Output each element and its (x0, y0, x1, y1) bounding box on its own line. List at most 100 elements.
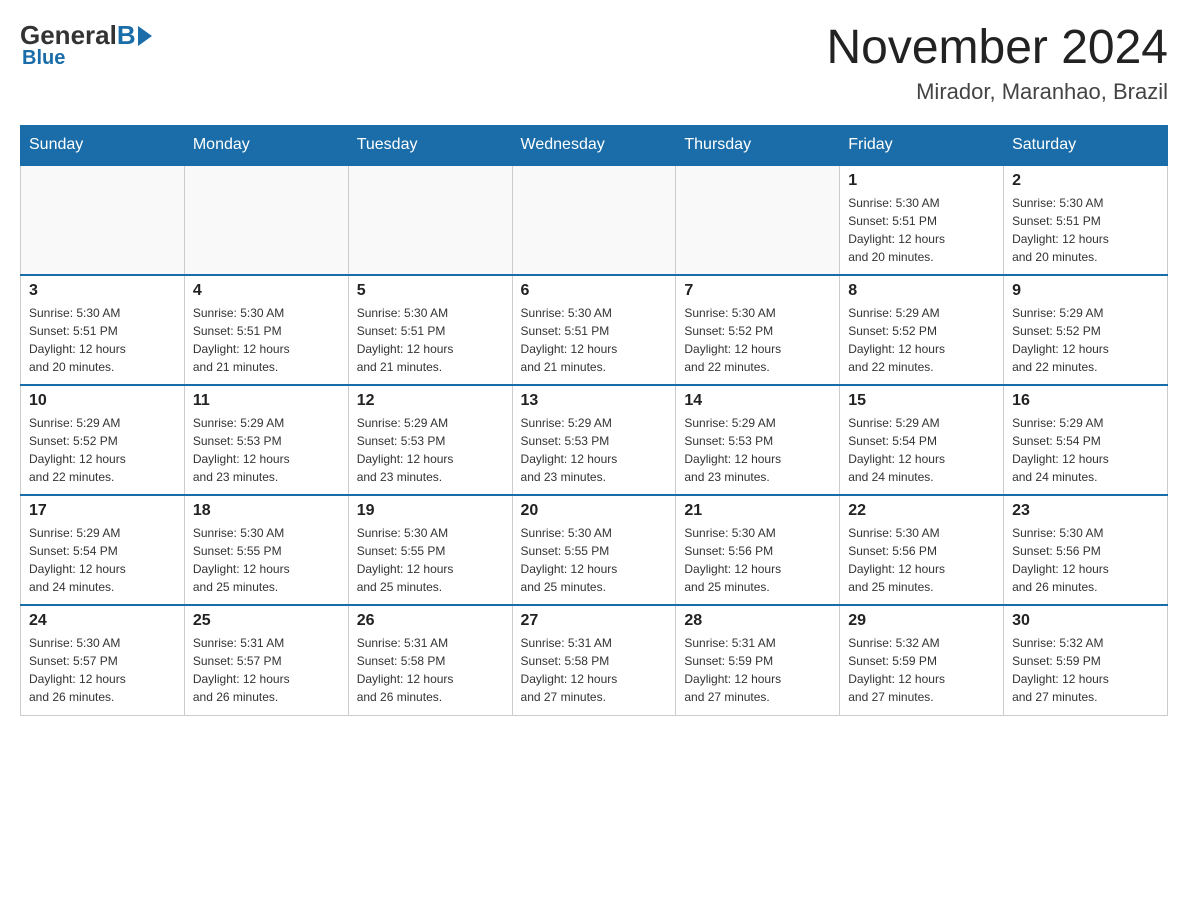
day-info: Sunrise: 5:29 AMSunset: 5:53 PMDaylight:… (357, 414, 504, 486)
calendar-cell-w1-d3 (348, 165, 512, 275)
calendar-header-row: Sunday Monday Tuesday Wednesday Thursday… (21, 126, 1168, 166)
calendar-cell-w3-d4: 13 Sunrise: 5:29 AMSunset: 5:53 PMDayligh… (512, 385, 676, 495)
calendar-cell-w4-d7: 23 Sunrise: 5:30 AMSunset: 5:56 PMDayligh… (1004, 495, 1168, 605)
day-number: 18 (193, 502, 340, 520)
page-header: General B Blue November 2024 Mirador, Ma… (20, 20, 1168, 105)
calendar-cell-w3-d5: 14 Sunrise: 5:29 AMSunset: 5:53 PMDayligh… (676, 385, 840, 495)
calendar-cell-w4-d2: 18 Sunrise: 5:30 AMSunset: 5:55 PMDayligh… (184, 495, 348, 605)
day-info: Sunrise: 5:30 AMSunset: 5:56 PMDaylight:… (848, 524, 995, 596)
calendar-cell-w2-d3: 5 Sunrise: 5:30 AMSunset: 5:51 PMDaylight… (348, 275, 512, 385)
calendar-cell-w2-d4: 6Sunrise: 5:30 AMSunset: 5:51 PMDaylight… (512, 275, 676, 385)
day-number: 25 (193, 612, 340, 630)
calendar-cell-w3-d7: 16 Sunrise: 5:29 AMSunset: 5:54 PMDayligh… (1004, 385, 1168, 495)
day-info: Sunrise: 5:29 AMSunset: 5:53 PMDaylight:… (521, 414, 668, 486)
day-number: 7 (684, 282, 831, 300)
calendar-cell-w5-d5: 28Sunrise: 5:31 AMSunset: 5:59 PMDayligh… (676, 605, 840, 715)
day-info: Sunrise: 5:29 AMSunset: 5:52 PMDaylight:… (29, 414, 176, 486)
day-info: Sunrise: 5:29 AMSunset: 5:52 PMDaylight:… (1012, 304, 1159, 376)
day-info: Sunrise: 5:30 AMSunset: 5:55 PMDaylight:… (357, 524, 504, 596)
calendar-cell-w4-d4: 20Sunrise: 5:30 AMSunset: 5:55 PMDayligh… (512, 495, 676, 605)
day-info: Sunrise: 5:30 AMSunset: 5:51 PMDaylight:… (357, 304, 504, 376)
calendar-cell-w1-d4 (512, 165, 676, 275)
day-info: Sunrise: 5:31 AMSunset: 5:58 PMDaylight:… (357, 634, 504, 706)
calendar-cell-w3-d3: 12Sunrise: 5:29 AMSunset: 5:53 PMDayligh… (348, 385, 512, 495)
day-info: Sunrise: 5:30 AMSunset: 5:51 PMDaylight:… (848, 194, 995, 266)
day-number: 10 (29, 392, 176, 410)
day-number: 19 (357, 502, 504, 520)
calendar-cell-w2-d2: 4Sunrise: 5:30 AMSunset: 5:51 PMDaylight… (184, 275, 348, 385)
day-number: 24 (29, 612, 176, 630)
day-number: 23 (1012, 502, 1159, 520)
day-number: 6 (521, 282, 668, 300)
day-number: 4 (193, 282, 340, 300)
location-title: Mirador, Maranhao, Brazil (826, 79, 1168, 105)
day-info: Sunrise: 5:30 AMSunset: 5:52 PMDaylight:… (684, 304, 831, 376)
day-number: 15 (848, 392, 995, 410)
week-row-3: 10 Sunrise: 5:29 AMSunset: 5:52 PMDayligh… (21, 385, 1168, 495)
day-info: Sunrise: 5:29 AMSunset: 5:53 PMDaylight:… (684, 414, 831, 486)
day-number: 20 (521, 502, 668, 520)
day-number: 11 (193, 392, 340, 410)
day-number: 26 (357, 612, 504, 630)
day-number: 14 (684, 392, 831, 410)
day-number: 30 (1012, 612, 1159, 630)
calendar-cell-w5-d3: 26 Sunrise: 5:31 AMSunset: 5:58 PMDayligh… (348, 605, 512, 715)
day-number: 28 (684, 612, 831, 630)
calendar-cell-w2-d5: 7 Sunrise: 5:30 AMSunset: 5:52 PMDaylight… (676, 275, 840, 385)
day-info: Sunrise: 5:30 AMSunset: 5:51 PMDaylight:… (29, 304, 176, 376)
week-row-4: 17Sunrise: 5:29 AMSunset: 5:54 PMDayligh… (21, 495, 1168, 605)
day-number: 17 (29, 502, 176, 520)
calendar-cell-w2-d1: 3 Sunrise: 5:30 AMSunset: 5:51 PMDaylight… (21, 275, 185, 385)
calendar-cell-w4-d5: 21 Sunrise: 5:30 AMSunset: 5:56 PMDayligh… (676, 495, 840, 605)
calendar-cell-w4-d1: 17Sunrise: 5:29 AMSunset: 5:54 PMDayligh… (21, 495, 185, 605)
calendar-cell-w5-d7: 30 Sunrise: 5:32 AMSunset: 5:59 PMDayligh… (1004, 605, 1168, 715)
calendar-cell-w4-d3: 19 Sunrise: 5:30 AMSunset: 5:55 PMDayligh… (348, 495, 512, 605)
calendar-cell-w5-d1: 24Sunrise: 5:30 AMSunset: 5:57 PMDayligh… (21, 605, 185, 715)
calendar-cell-w1-d7: 2 Sunrise: 5:30 AMSunset: 5:51 PMDaylight… (1004, 165, 1168, 275)
calendar-cell-w2-d7: 9 Sunrise: 5:29 AMSunset: 5:52 PMDaylight… (1004, 275, 1168, 385)
day-number: 13 (521, 392, 668, 410)
day-info: Sunrise: 5:32 AMSunset: 5:59 PMDaylight:… (1012, 634, 1159, 706)
day-info: Sunrise: 5:30 AMSunset: 5:56 PMDaylight:… (1012, 524, 1159, 596)
col-wednesday: Wednesday (512, 126, 676, 166)
day-number: 21 (684, 502, 831, 520)
col-monday: Monday (184, 126, 348, 166)
calendar-cell-w3-d2: 11 Sunrise: 5:29 AMSunset: 5:53 PMDayligh… (184, 385, 348, 495)
col-sunday: Sunday (21, 126, 185, 166)
calendar-table: Sunday Monday Tuesday Wednesday Thursday… (20, 125, 1168, 716)
calendar-cell-w5-d4: 27 Sunrise: 5:31 AMSunset: 5:58 PMDayligh… (512, 605, 676, 715)
day-number: 1 (848, 172, 995, 190)
col-saturday: Saturday (1004, 126, 1168, 166)
col-tuesday: Tuesday (348, 126, 512, 166)
day-info: Sunrise: 5:31 AMSunset: 5:58 PMDaylight:… (521, 634, 668, 706)
day-number: 5 (357, 282, 504, 300)
col-thursday: Thursday (676, 126, 840, 166)
day-info: Sunrise: 5:30 AMSunset: 5:56 PMDaylight:… (684, 524, 831, 596)
week-row-1: 1 Sunrise: 5:30 AMSunset: 5:51 PMDaylight… (21, 165, 1168, 275)
day-number: 16 (1012, 392, 1159, 410)
week-row-2: 3 Sunrise: 5:30 AMSunset: 5:51 PMDaylight… (21, 275, 1168, 385)
week-row-5: 24Sunrise: 5:30 AMSunset: 5:57 PMDayligh… (21, 605, 1168, 715)
day-info: Sunrise: 5:29 AMSunset: 5:52 PMDaylight:… (848, 304, 995, 376)
month-title: November 2024 (826, 20, 1168, 75)
calendar-cell-w3-d6: 15 Sunrise: 5:29 AMSunset: 5:54 PMDayligh… (840, 385, 1004, 495)
day-info: Sunrise: 5:29 AMSunset: 5:54 PMDaylight:… (848, 414, 995, 486)
calendar-cell-w3-d1: 10 Sunrise: 5:29 AMSunset: 5:52 PMDayligh… (21, 385, 185, 495)
day-number: 2 (1012, 172, 1159, 190)
day-info: Sunrise: 5:30 AMSunset: 5:51 PMDaylight:… (1012, 194, 1159, 266)
logo-blue-text: B (117, 20, 152, 51)
logo: General B Blue (20, 20, 152, 70)
day-info: Sunrise: 5:29 AMSunset: 5:53 PMDaylight:… (193, 414, 340, 486)
day-number: 27 (521, 612, 668, 630)
calendar-cell-w1-d6: 1 Sunrise: 5:30 AMSunset: 5:51 PMDaylight… (840, 165, 1004, 275)
calendar-cell-w2-d6: 8Sunrise: 5:29 AMSunset: 5:52 PMDaylight… (840, 275, 1004, 385)
day-info: Sunrise: 5:30 AMSunset: 5:55 PMDaylight:… (193, 524, 340, 596)
day-info: Sunrise: 5:32 AMSunset: 5:59 PMDaylight:… (848, 634, 995, 706)
day-info: Sunrise: 5:29 AMSunset: 5:54 PMDaylight:… (1012, 414, 1159, 486)
calendar-cell-w1-d5 (676, 165, 840, 275)
day-number: 9 (1012, 282, 1159, 300)
calendar-cell-w1-d2 (184, 165, 348, 275)
day-number: 3 (29, 282, 176, 300)
day-number: 29 (848, 612, 995, 630)
calendar-cell-w1-d1 (21, 165, 185, 275)
